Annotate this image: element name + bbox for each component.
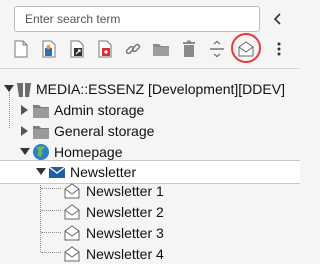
tree-node-root[interactable]: MEDIA::ESSENZ [Development][DDEV]	[0, 79, 300, 100]
new-external-link-page-icon	[70, 40, 84, 58]
more-options-icon	[277, 42, 281, 56]
new-folder-button[interactable]	[150, 38, 172, 60]
more-options-button[interactable]	[268, 38, 290, 60]
new-link-button[interactable]	[122, 38, 144, 60]
tree-node-general-storage[interactable]: General storage	[0, 121, 300, 142]
new-page-button[interactable]	[10, 38, 32, 60]
tree-node-newsletter-2[interactable]: Newsletter 2	[0, 201, 300, 222]
new-folder-icon	[153, 44, 169, 56]
tree-node-label: Newsletter	[70, 164, 137, 180]
tree-node-newsletter-1[interactable]: Newsletter 1	[0, 180, 300, 201]
new-link-icon	[125, 43, 141, 55]
folder-icon	[33, 105, 49, 118]
new-newsletter-page-icon	[238, 41, 254, 57]
site-logo-icon	[17, 83, 31, 97]
newsletter-folder-icon	[48, 166, 66, 178]
new-spacer-icon	[210, 40, 224, 58]
tree-node-label: MEDIA::ESSENZ [Development][DDEV]	[36, 81, 285, 97]
new-external-link-page-button[interactable]	[66, 38, 88, 60]
newsletter-page-icon	[64, 204, 80, 220]
new-shortcut-page-button[interactable]	[38, 38, 60, 60]
caret-down-icon[interactable]	[20, 147, 30, 157]
search-input[interactable]	[15, 7, 259, 31]
page-tree-toolbar	[0, 34, 300, 64]
new-shortcut-page-icon	[42, 40, 56, 58]
newsletter-page-icon	[64, 183, 80, 199]
collapse-panel-button[interactable]	[268, 9, 288, 29]
caret-right-icon[interactable]	[20, 126, 30, 136]
tree-node-label: Homepage	[54, 144, 123, 160]
tree-node-label: General storage	[54, 123, 155, 139]
newsletter-page-icon	[64, 225, 80, 241]
new-mount-point-button[interactable]	[94, 38, 116, 60]
tree-node-newsletter-3[interactable]: Newsletter 3	[0, 222, 300, 243]
new-mount-point-icon	[98, 40, 112, 58]
caret-right-icon[interactable]	[20, 105, 30, 115]
tree-node-label: Newsletter 2	[86, 204, 164, 220]
new-page-icon	[14, 40, 28, 58]
tree-node-label: Newsletter 1	[86, 183, 164, 199]
tree-node-label: Newsletter 4	[86, 246, 164, 262]
caret-down-icon[interactable]	[4, 84, 14, 94]
tree-node-newsletter-4[interactable]: Newsletter 4	[0, 243, 300, 264]
tree-node-admin-storage[interactable]: Admin storage	[0, 100, 300, 121]
new-recycler-icon	[183, 40, 195, 57]
new-recycler-button[interactable]	[178, 38, 200, 60]
chevron-left-icon	[273, 13, 281, 25]
new-newsletter-page-button[interactable]	[235, 38, 257, 60]
newsletter-page-icon	[64, 246, 80, 262]
globe-icon	[33, 144, 49, 160]
folder-icon	[33, 126, 49, 139]
new-spacer-button[interactable]	[206, 38, 228, 60]
toolbar-divider	[0, 68, 300, 69]
tree-node-label: Admin storage	[54, 102, 145, 118]
search-box	[14, 6, 260, 32]
tree-node-label: Newsletter 3	[86, 225, 164, 241]
caret-down-icon[interactable]	[36, 167, 46, 177]
